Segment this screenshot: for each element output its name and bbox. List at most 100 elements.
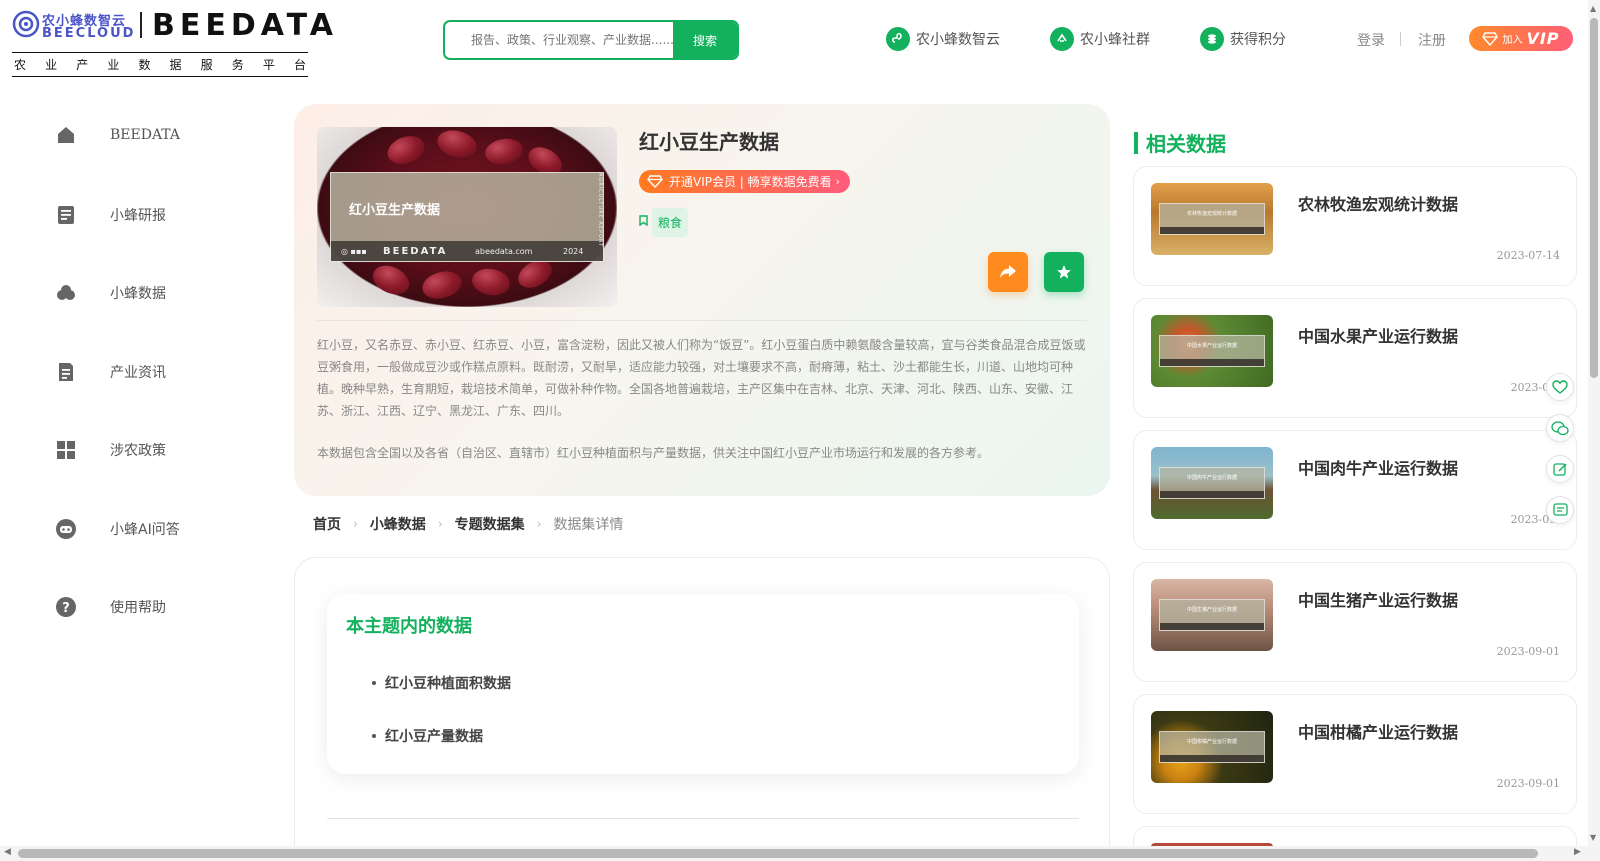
chevron-right-icon: › (437, 517, 443, 531)
related-thumbnail: 中国肉牛产业运行数据 (1151, 447, 1273, 519)
logo-sub-char: 农 (14, 58, 27, 72)
vip-promo-tag[interactable]: 开通VIP会员 | 畅享数据免费看 › (639, 170, 851, 193)
vip-promo-text: 开通VIP会员 | 畅享数据免费看 (669, 175, 832, 189)
logo-sub-char: 服 (200, 58, 213, 72)
thumbnail-footer (1160, 359, 1264, 366)
topic-data-item-label: 红小豆产量数据 (385, 729, 483, 745)
search-bar: 搜索 (443, 20, 739, 60)
topic-data-title: 本主题内的数据 (346, 616, 472, 637)
breadcrumb-topics[interactable]: 专题数据集 (455, 514, 525, 534)
category-label: 粮食 (652, 207, 689, 237)
related-item-date: 2023-09-01 (1496, 777, 1560, 790)
favorite-heart-button[interactable] (1546, 373, 1574, 401)
scrollbar-thumb[interactable] (1590, 18, 1598, 378)
topic-data-item[interactable]: 红小豆种植面积数据 (372, 673, 511, 693)
related-item-name: 中国水果产业运行数据 (1298, 327, 1459, 346)
register-link[interactable]: 注册 (1418, 30, 1446, 50)
wechat-button[interactable] (1546, 414, 1574, 442)
svg-text:?: ? (62, 601, 70, 616)
join-vip-button[interactable]: 加入 VIP (1469, 26, 1573, 51)
dataset-hero-card: 红小豆生产数据 ◎ ▪▪▪ BEEDATA abeedata.com 2024 … (294, 104, 1110, 496)
topic-data-item-label: 红小豆种植面积数据 (385, 676, 511, 692)
sidebar-item-help[interactable]: ? 使用帮助 (55, 592, 166, 622)
vip-big-text: VIP (1526, 29, 1560, 48)
related-item-date: 2023-07-14 (1496, 249, 1560, 262)
related-item-partial[interactable] (1133, 826, 1577, 846)
sidebar-item-label: 使用帮助 (110, 600, 166, 616)
topic-data-item[interactable]: 红小豆产量数据 (372, 726, 483, 746)
related-item[interactable]: 中国水果产业运行数据 中国水果产业运行数据 2023-07- (1133, 298, 1577, 418)
scroll-up-arrow[interactable]: ▲ (1590, 4, 1596, 13)
related-item[interactable]: 中国肉牛产业运行数据 中国肉牛产业运行数据 2023-09- (1133, 430, 1577, 550)
logo-main-text: BEEDATA (152, 8, 338, 43)
related-thumbnail: 中国生猪产业运行数据 (1151, 579, 1273, 651)
related-item[interactable]: 中国生猪产业运行数据 中国生猪产业运行数据 2023-09-01 (1133, 562, 1577, 682)
horizontal-scrollbar[interactable]: ◀ ▶ (0, 846, 1588, 861)
header: 农小蜂数智云 BEECLOUD BEEDATA 农 业 产 业 数 据 服 务 … (0, 0, 1580, 80)
related-item-date: 2023-09-01 (1496, 645, 1560, 658)
dataset-title: 红小豆生产数据 (639, 130, 779, 154)
breadcrumb-home[interactable]: 首页 (313, 514, 341, 534)
related-thumbnail: 中国水果产业运行数据 (1151, 315, 1273, 387)
sidebar-item-data[interactable]: 小蜂数据 (55, 278, 166, 308)
share-button[interactable] (988, 252, 1028, 292)
feedback-button[interactable] (1546, 496, 1574, 524)
logo-sub-char: 据 (169, 58, 182, 72)
mini-program-icon (886, 27, 910, 51)
search-input[interactable] (445, 22, 675, 58)
favorite-button[interactable] (1044, 252, 1084, 292)
nav-label: 获得积分 (1230, 32, 1286, 48)
thumbnail-footer (1160, 623, 1264, 630)
bullet-dot (372, 734, 376, 738)
breadcrumb-current: 数据集详情 (553, 517, 624, 533)
sidebar-item-beedata[interactable]: BEEDATA (55, 120, 180, 150)
related-thumbnail: 农林牧渔宏观统计数据 (1151, 183, 1273, 255)
logo-sub-char: 平 (262, 58, 275, 72)
sidebar-item-policy[interactable]: 涉农政策 (55, 435, 166, 465)
sidebar-item-label: 小蜂研报 (110, 208, 166, 224)
scroll-right-arrow[interactable]: ▶ (1574, 847, 1581, 857)
scroll-left-arrow[interactable]: ◀ (4, 847, 11, 857)
category-tag[interactable]: 粮食 (639, 207, 689, 237)
logo-sub-char: 台 (293, 58, 306, 72)
wechat-icon (1551, 420, 1569, 435)
sidebar-item-news[interactable]: 产业资讯 (55, 357, 166, 387)
share-icon (1000, 265, 1016, 278)
thumbnail-overlay: 中国水果产业运行数据 (1159, 335, 1265, 367)
dataset-scope: 本数据包含全国以及各省（自治区、直辖市）红小豆种植面积与产量数据，供关注中国红小… (317, 446, 990, 460)
login-link[interactable]: 登录 (1357, 30, 1385, 50)
nav-community[interactable]: 农小蜂社群 (1050, 27, 1150, 51)
diamond-icon (647, 175, 663, 188)
chevron-right-icon: › (536, 517, 542, 531)
nav-points[interactable]: 获得积分 (1200, 27, 1286, 51)
bean-shape (383, 131, 429, 169)
search-button[interactable]: 搜索 (673, 22, 737, 58)
thumbnail-footer (1160, 227, 1264, 234)
thumbnail-overlay: 中国生猪产业运行数据 (1159, 599, 1265, 631)
policy-grid-icon (55, 439, 77, 461)
edit-button[interactable] (1546, 455, 1574, 483)
cover-logo: ◎ ▪▪▪ (341, 246, 367, 256)
chevron-right-icon: › (835, 175, 841, 188)
related-data-title: 相关数据 (1146, 132, 1226, 156)
thumbnail-title: 农林牧渔宏观统计数据 (1186, 211, 1237, 217)
bean-shape (419, 267, 465, 303)
breadcrumb-data[interactable]: 小蜂数据 (370, 514, 426, 534)
site-logo[interactable]: 农小蜂数智云 BEECLOUD BEEDATA 农 业 产 业 数 据 服 务 … (12, 8, 333, 77)
vertical-scrollbar[interactable]: ▲ ▼ (1588, 0, 1600, 861)
thumbnail-footer (1160, 755, 1264, 762)
nav-beecloud[interactable]: 农小蜂数智云 (886, 27, 1000, 51)
scrollbar-thumb[interactable] (18, 849, 1538, 858)
scroll-down-arrow[interactable]: ▼ (1590, 833, 1596, 842)
sidebar-item-reports[interactable]: 小蜂研报 (55, 200, 166, 230)
logo-divider (140, 12, 142, 38)
data-cloud-icon (55, 282, 77, 304)
sidebar-item-ai[interactable]: 小蜂AI问答 (55, 514, 180, 544)
bean-shape (470, 265, 512, 299)
content-divider (327, 818, 1079, 819)
favorite-heart-icon (1552, 380, 1568, 394)
related-item[interactable]: 中国柑橘产业运行数据 中国柑橘产业运行数据 2023-09-01 (1133, 694, 1577, 814)
sidebar-item-label: 涉农政策 (110, 443, 166, 459)
related-item[interactable]: 农林牧渔宏观统计数据 农林牧渔宏观统计数据 2023-07-14 (1133, 166, 1577, 286)
help-icon: ? (55, 596, 77, 618)
